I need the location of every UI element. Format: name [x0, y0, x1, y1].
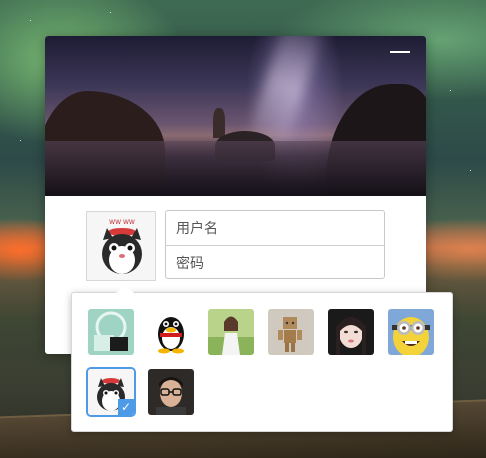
username-input[interactable]: [166, 211, 384, 245]
avatar-option-3[interactable]: [208, 309, 254, 355]
avatar-option-8[interactable]: [148, 369, 194, 415]
cartoon-cat-avatar-icon: [88, 309, 134, 355]
girl-outdoor-avatar-icon: [208, 309, 254, 355]
girl-portrait-avatar-icon: [328, 309, 374, 355]
header-landscape-image: [45, 36, 426, 196]
avatar-option-6[interactable]: [388, 309, 434, 355]
boy-glasses-avatar-icon: [148, 369, 194, 415]
avatar-picker-popover: ✓: [71, 284, 453, 432]
avatar-option-2[interactable]: [148, 309, 194, 355]
password-input[interactable]: [166, 246, 384, 280]
avatar-option-4[interactable]: [268, 309, 314, 355]
svg-text:WW WW: WW WW: [109, 219, 135, 226]
cardboard-robot-avatar-icon: [268, 309, 314, 355]
credentials-field-group: [165, 210, 385, 280]
minion-avatar-icon: [388, 309, 434, 355]
minimize-button[interactable]: [390, 46, 410, 58]
popover-arrow: [116, 284, 134, 293]
selected-check-icon: ✓: [118, 399, 134, 415]
avatar-option-5[interactable]: [328, 309, 374, 355]
qq-penguin-avatar-icon: [148, 309, 194, 355]
avatar-option-1[interactable]: [88, 309, 134, 355]
avatar-option-7[interactable]: ✓: [86, 367, 136, 417]
cartoon-cat-avatar-icon: WW WW: [87, 212, 155, 280]
current-avatar[interactable]: WW WW: [86, 211, 156, 281]
